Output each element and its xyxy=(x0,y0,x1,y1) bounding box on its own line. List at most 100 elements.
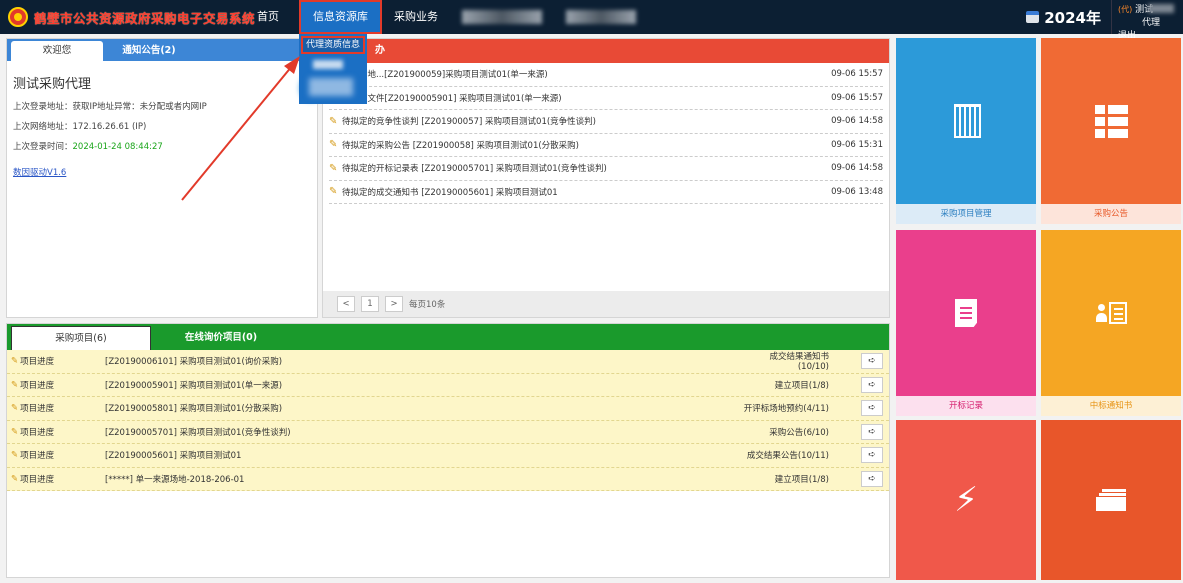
last-time-line: 上次登录时间：2024-01-24 08:44:27 xyxy=(13,140,317,152)
welcome-tabbar: 欢迎您 通知公告(2) xyxy=(7,39,317,61)
pager-prev-button[interactable]: < xyxy=(337,296,355,312)
last-ip-label: 上次登录地址： xyxy=(13,102,73,112)
todo-item[interactable]: ✎评标场地...[Z201900059]采购项目测试01(单一来源)09-06 … xyxy=(329,63,883,87)
last-net-label: 上次网络地址： xyxy=(13,122,73,132)
grid-list-icon xyxy=(1094,104,1128,138)
tile-label: 采购项目管理 xyxy=(896,204,1036,224)
open-project-icon[interactable]: ➪ xyxy=(861,353,883,370)
nav-info-library[interactable]: 信息资源库 xyxy=(299,0,382,34)
tab-notices[interactable]: 通知公告(2) xyxy=(103,41,195,61)
welcome-name: 测试采购代理 xyxy=(13,77,92,92)
calendar-icon xyxy=(1026,11,1040,23)
todo-pager: < 1 > 每页10条 xyxy=(323,291,889,317)
tile-label: 开标记录 xyxy=(896,396,1036,416)
pencil-icon: ✎ xyxy=(11,356,19,367)
tile-bid-opening-record[interactable]: 开标记录 xyxy=(896,230,1036,416)
pencil-icon: ✎ xyxy=(329,162,338,174)
tile-label: 采购公告 xyxy=(1041,204,1181,224)
brand[interactable]: 鹤壁市公共资源政府采购电子交易系统 xyxy=(8,6,255,28)
dropdown-redacted-2[interactable] xyxy=(309,78,353,96)
todo-item[interactable]: ✎ 待拟定的竞争性谈判 [Z201900057] 采购项目测试01(竞争性谈判) 0… xyxy=(329,110,883,134)
last-net-line: 上次网络地址：172.16.26.61 (IP) xyxy=(13,120,317,132)
open-project-icon[interactable]: ➪ xyxy=(861,376,883,393)
project-progress: ✎ 项目进度 xyxy=(11,403,55,415)
bolt-icon: ⚡ xyxy=(954,480,978,520)
open-project-icon[interactable]: ➪ xyxy=(861,400,883,417)
user-list-icon xyxy=(1095,302,1127,324)
top-bar: 鹤壁市公共资源政府采购电子交易系统 首页 信息资源库 采购业务 2024年 (代… xyxy=(0,0,1183,41)
last-ip-value: 获取IP地址异常：未分配或者内网IP xyxy=(72,102,207,112)
tab-online-inquiry[interactable]: 在线询价项目(0) xyxy=(151,326,291,350)
project-row[interactable]: ✎ 项目进度 [*****] 单一来源场地-2018-206-01 建立项目(1/… xyxy=(7,467,889,491)
project-progress: ✎ 项目进度 xyxy=(11,426,55,438)
last-ip-line: 上次登录地址：获取IP地址异常：未分配或者内网IP xyxy=(13,100,317,112)
todo-item[interactable]: ✎ 待拟定的开标记录表 [Z20190005701] 采购项目测试01(竞争性谈判… xyxy=(329,157,883,181)
project-name: [Z20190005701] 采购项目测试01(竞争性谈判) xyxy=(105,427,291,438)
project-status: 开评标场地预约(4/11) xyxy=(743,404,829,415)
user-redacted xyxy=(1148,4,1174,13)
todo-item[interactable]: ✎ 待拟定的采购公告 [Z201900058] 采购项目测试01(分散采购) 09-… xyxy=(329,134,883,157)
project-row[interactable]: ✎ 项目进度 [Z20190005601] 采购项目测试01 成交结果公告(10/… xyxy=(7,444,889,468)
tab-welcome[interactable]: 欢迎您 xyxy=(11,41,103,61)
nav-home[interactable]: 首页 xyxy=(245,0,291,34)
nav-redacted-2[interactable] xyxy=(566,10,636,24)
main-nav: 首页 信息资源库 采购业务 xyxy=(245,0,648,34)
driver-link[interactable]: 数因驱动V1.6 xyxy=(13,166,317,178)
project-row[interactable]: ✎ 项目进度 [Z20190005901] 采购项目测试01(单一来源) 建立项目… xyxy=(7,373,889,397)
pager-next-button[interactable]: > xyxy=(385,296,403,312)
nav-redacted-1[interactable] xyxy=(462,10,542,24)
project-status: 成交结果公告(10/11) xyxy=(746,451,829,462)
header-right: 2024年 (代) 测试 代理 退出 xyxy=(1026,0,1183,41)
project-status: 成交结果通知书(10/10) xyxy=(769,352,829,373)
tile-cards[interactable] xyxy=(1041,420,1181,580)
project-name: [Z20190006101] 采购项目测试01(询价采购) xyxy=(105,357,283,368)
open-project-icon[interactable]: ➪ xyxy=(861,470,883,487)
project-row[interactable]: ✎ 项目进度 [Z20190005701] 采购项目测试01(竞争性谈判) 采购公… xyxy=(7,420,889,444)
tab-procurement-projects[interactable]: 采购项目(6) xyxy=(11,326,151,350)
project-row[interactable]: ✎ 项目进度 [Z20190005801] 采购项目测试01(分散采购) 开评标场… xyxy=(7,397,889,421)
project-name: [Z20190005901] 采购项目测试01(单一来源) xyxy=(105,380,283,391)
welcome-panel: 欢迎您 通知公告(2) 测试采购代理 上次登录地址：获取IP地址异常：未分配或者… xyxy=(6,38,318,318)
todo-item[interactable]: ✎ 待拟定的成交通知书 [Z20190005601] 采购项目测试01 09-06 … xyxy=(329,181,883,204)
tile-quick-action[interactable]: ⚡ xyxy=(896,420,1036,580)
dropdown-agent-qualification[interactable]: 代理资质信息 xyxy=(301,36,365,54)
last-time-value: 2024-01-24 08:44:27 xyxy=(72,142,163,152)
pencil-icon: ✎ xyxy=(329,115,338,127)
dropdown-redacted-1[interactable] xyxy=(313,60,343,69)
nav-procurement[interactable]: 采购业务 xyxy=(382,0,450,34)
system-title: 鹤壁市公共资源政府采购电子交易系统 xyxy=(34,10,256,26)
project-progress: ✎ 项目进度 xyxy=(11,356,55,368)
open-project-icon[interactable]: ➪ xyxy=(861,447,883,464)
project-name: [Z20190005801] 采购项目测试01(分散采购) xyxy=(105,404,283,415)
pencil-icon: ✎ xyxy=(11,403,19,414)
project-status: 建立项目(1/8) xyxy=(774,380,829,391)
project-name: [*****] 单一来源场地-2018-206-01 xyxy=(105,474,245,485)
open-project-icon[interactable]: ➪ xyxy=(861,423,883,440)
pencil-icon: ✎ xyxy=(329,186,338,198)
pager-page-button[interactable]: 1 xyxy=(361,296,379,312)
piano-icon xyxy=(953,104,981,138)
project-progress: ✎ 项目进度 xyxy=(11,450,55,462)
projects-tabbar: 采购项目(6) 在线询价项目(0) xyxy=(7,324,889,350)
user-box[interactable]: (代) 测试 代理 退出 xyxy=(1111,0,1183,41)
todo-panel: 办 ✎评标场地...[Z201900059]采购项目测试01(单一来源)09-0… xyxy=(322,38,890,318)
document-icon xyxy=(955,299,977,327)
todo-list: ✎评标场地...[Z201900059]采购项目测试01(单一来源)09-06 … xyxy=(323,63,889,204)
user-tag: (代) xyxy=(1118,5,1133,14)
cards-icon xyxy=(1096,489,1126,511)
pencil-icon: ✎ xyxy=(11,426,19,437)
todo-item[interactable]: ✎一来源文件[Z20190005901] 采购项目测试01(单一来源)09-06… xyxy=(329,87,883,110)
last-time-label: 上次登录时间： xyxy=(13,142,73,152)
current-year: 2024年 xyxy=(1044,8,1101,27)
last-net-value: 172.16.26.61 (IP) xyxy=(72,122,147,132)
tile-label: 中标通知书 xyxy=(1041,396,1181,416)
tile-procurement-notice[interactable]: 采购公告 xyxy=(1041,38,1181,224)
todo-title: 办 xyxy=(323,39,889,63)
project-row[interactable]: ✎ 项目进度 [Z20190006101] 采购项目测试01(询价采购) 成交结果… xyxy=(7,350,889,374)
pencil-icon: ✎ xyxy=(11,379,19,390)
tile-project-management[interactable]: 采购项目管理 xyxy=(896,38,1036,224)
tile-award-notice[interactable]: 中标通知书 xyxy=(1041,230,1181,416)
brand-logo-icon xyxy=(8,7,28,27)
project-status: 建立项目(1/8) xyxy=(774,474,829,485)
projects-panel: 采购项目(6) 在线询价项目(0) ✎ 项目进度 [Z20190006101] 采… xyxy=(6,323,890,578)
